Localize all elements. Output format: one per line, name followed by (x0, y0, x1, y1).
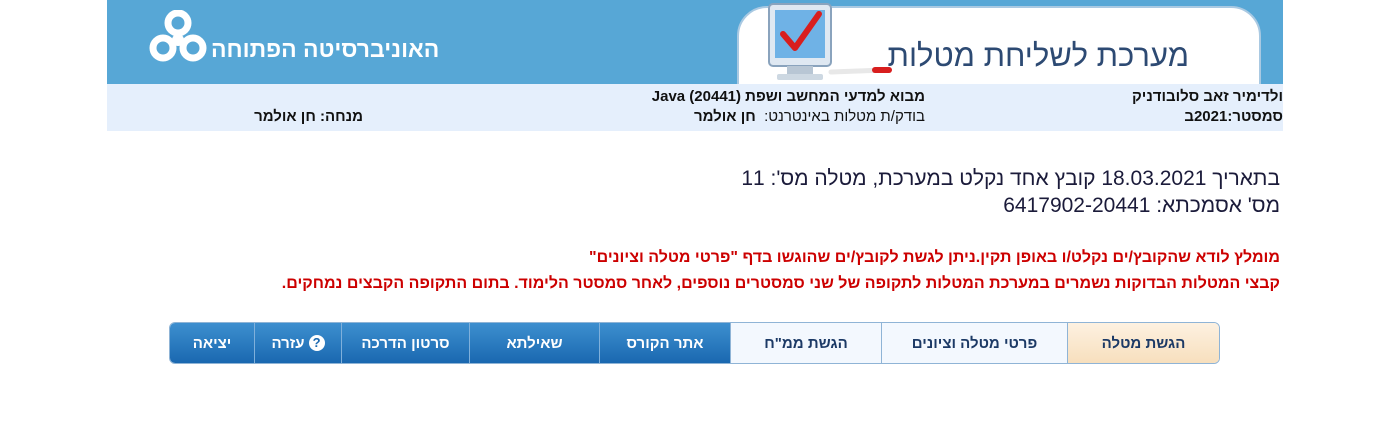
tutor-name: חן אולמר (254, 108, 316, 125)
header-banner: האוניברסיטה הפתוחה מערכת לשליחת מטלות (107, 0, 1283, 84)
semester: סמסטר:2021ב (1184, 108, 1283, 125)
semester-value: 2021ב (1184, 108, 1228, 125)
submission-confirmation: בתאריך 18.03.2021 קובץ אחד נקלט במערכת, … (741, 165, 1280, 219)
checker-label: בודק/ת מטלות באינטרנט: (764, 108, 925, 125)
tab-course-site[interactable]: אתר הקורס (599, 323, 730, 363)
tab-sheilta[interactable]: שאילתא (469, 323, 599, 363)
confirmation-line: בתאריך 18.03.2021 קובץ אחד נקלט במערכת, … (741, 167, 1280, 190)
student-name: ולדימיר זאב סלובודניק (1131, 88, 1283, 105)
open-university-logo-icon (149, 10, 207, 62)
course-name: מבוא למדעי המחשב ושפת Java (20441) (651, 88, 925, 105)
nav-bar: יציאה ? עזרה סרטון הדרכה שאילתא אתר הקור… (169, 322, 1220, 364)
tutor-info: מנחה: חן אולמר (254, 108, 363, 125)
tab-tutorial-video[interactable]: סרטון הדרכה (341, 323, 469, 363)
notice: מומלץ לודא שהקובץ/ים נקלט/ו באופן תקין.נ… (282, 245, 1280, 297)
tab-help[interactable]: ? עזרה (254, 323, 341, 363)
notice-line-1: מומלץ לודא שהקובץ/ים נקלט/ו באופן תקין.נ… (589, 249, 1280, 266)
tab-assignment-details[interactable]: פרטי מטלה וציונים (881, 323, 1067, 363)
system-title: מערכת לשליחת מטלות (887, 38, 1189, 73)
info-bar: ולדימיר זאב סלובודניק סמסטר:2021ב מבוא ל… (107, 84, 1283, 131)
notice-line-2: קבצי המטלות הבדוקות נשמרים במערכת המטלות… (281, 275, 1280, 292)
monitor-checkmark-icon (768, 3, 892, 80)
tutor-label: מנחה: (320, 108, 363, 125)
semester-label: סמסטר: (1227, 108, 1283, 125)
tab-help-label: עזרה (271, 334, 305, 352)
checker-name: חן אולמר (693, 108, 756, 125)
tab-submit-assignment[interactable]: הגשת מטלה (1067, 323, 1219, 363)
reference-number: מס' אסמכתא: 6417902-20441 (1003, 194, 1280, 217)
checker-info: בודק/ת מטלות באינטרנט: חן אולמר (694, 108, 925, 125)
tab-exit[interactable]: יציאה (170, 323, 254, 363)
question-circle-icon: ? (308, 335, 325, 351)
university-name: האוניברסיטה הפתוחה (211, 36, 440, 62)
tab-submit-mmn[interactable]: הגשת ממ"ח (730, 323, 881, 363)
